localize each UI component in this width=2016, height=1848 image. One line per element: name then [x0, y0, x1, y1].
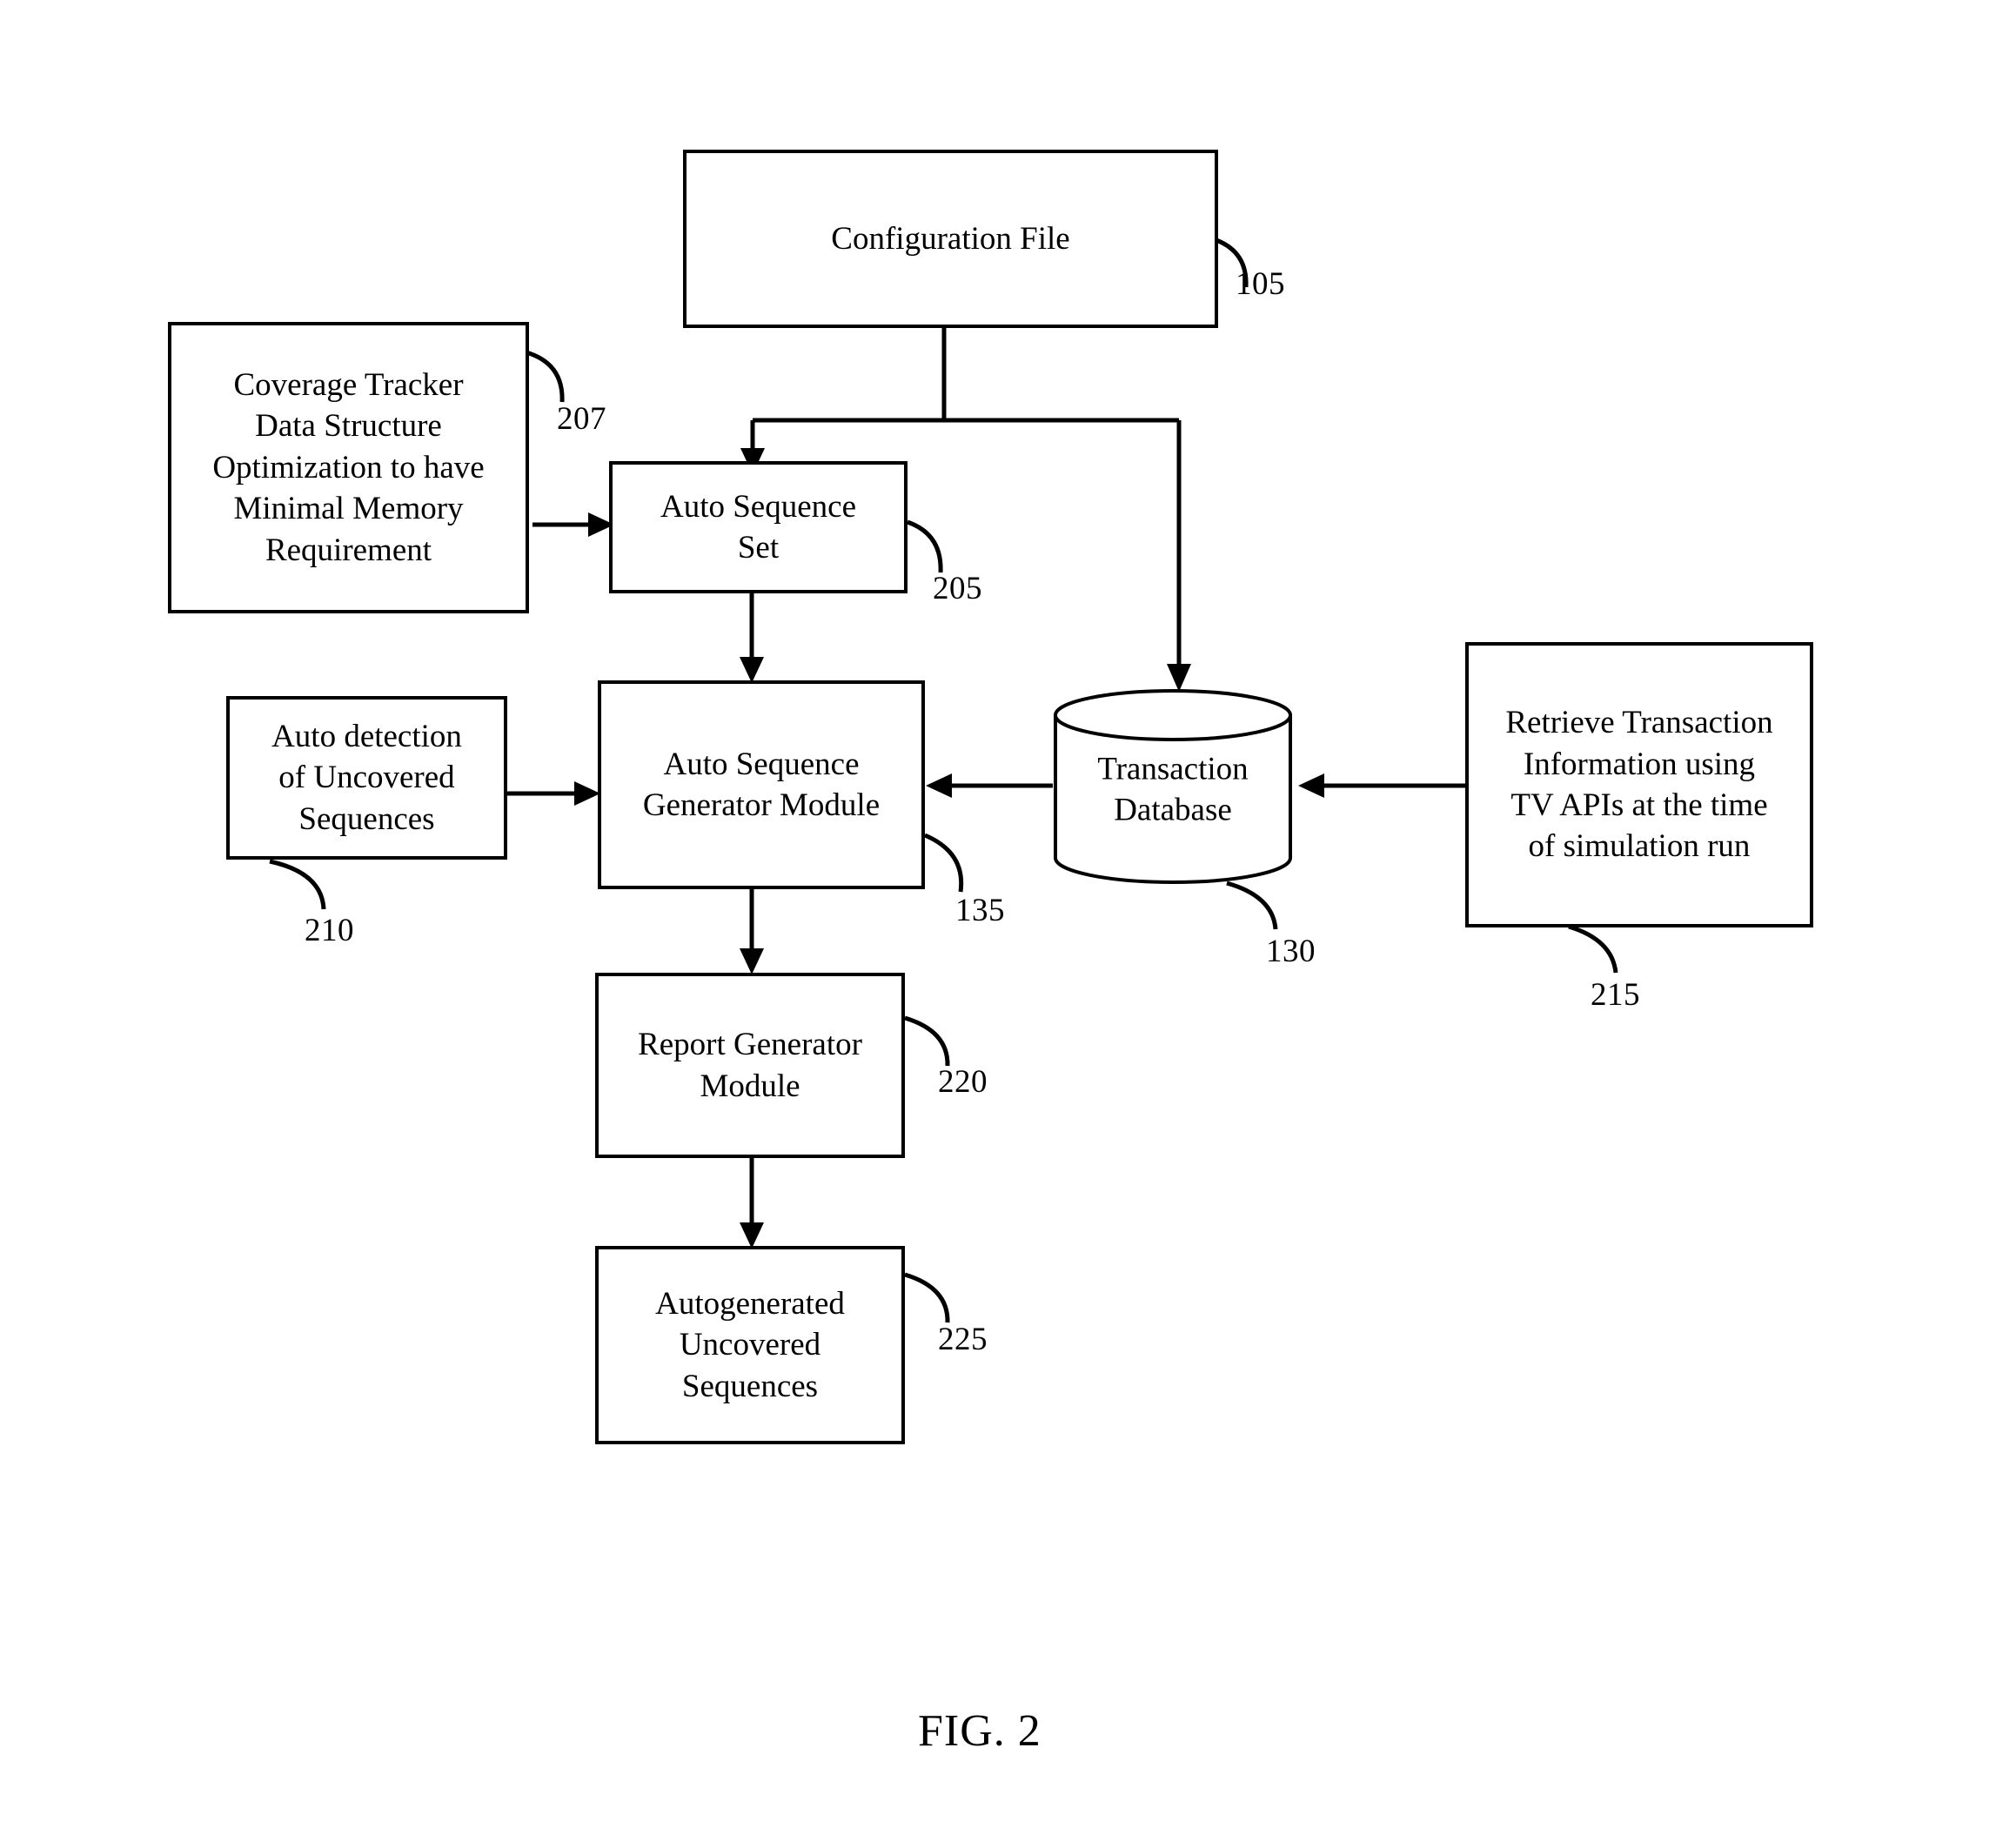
reference-number-210: 210: [305, 913, 354, 948]
reference-number-215: 215: [1591, 977, 1640, 1013]
node-configuration-file[interactable]: Configuration File: [683, 150, 1218, 328]
reference-number-135: 135: [955, 893, 1005, 928]
node-retrieve-transaction-label: Retrieve Transaction Information using T…: [1505, 705, 1773, 865]
node-configuration-file-label: Configuration File: [831, 220, 1070, 257]
node-transaction-database-label: Transaction Database: [1097, 751, 1249, 828]
node-report-generator[interactable]: Report Generator Module: [595, 973, 905, 1158]
node-coverage-tracker[interactable]: Coverage Tracker Data Structure Optimiza…: [168, 322, 529, 613]
node-auto-detection[interactable]: Auto detection of Uncovered Sequences: [226, 696, 507, 860]
reference-number-130: 130: [1266, 934, 1316, 969]
node-transaction-database[interactable]: Transaction Database: [1051, 687, 1295, 886]
reference-number-207: 207: [557, 401, 606, 437]
node-coverage-tracker-label: Coverage Tracker Data Structure Optimiza…: [212, 367, 485, 568]
node-auto-sequence-set[interactable]: Auto Sequence Set: [609, 461, 908, 593]
node-retrieve-transaction[interactable]: Retrieve Transaction Information using T…: [1465, 642, 1813, 927]
node-autogenerated-sequences-label: Autogenerated Uncovered Sequences: [655, 1285, 845, 1404]
node-autogenerated-sequences[interactable]: Autogenerated Uncovered Sequences: [595, 1246, 905, 1444]
node-auto-sequence-generator[interactable]: Auto Sequence Generator Module: [598, 680, 925, 889]
reference-number-225: 225: [938, 1322, 988, 1357]
node-auto-sequence-generator-label: Auto Sequence Generator Module: [642, 746, 881, 823]
patent-figure-page: Configuration File 105 Coverage Tracker …: [0, 0, 2016, 1848]
node-auto-sequence-set-label: Auto Sequence Set: [660, 488, 857, 566]
reference-number-205: 205: [933, 571, 982, 606]
reference-number-105: 105: [1236, 266, 1285, 302]
reference-number-220: 220: [938, 1064, 988, 1100]
node-auto-detection-label: Auto detection of Uncovered Sequences: [271, 718, 462, 837]
node-report-generator-label: Report Generator Module: [638, 1027, 862, 1104]
